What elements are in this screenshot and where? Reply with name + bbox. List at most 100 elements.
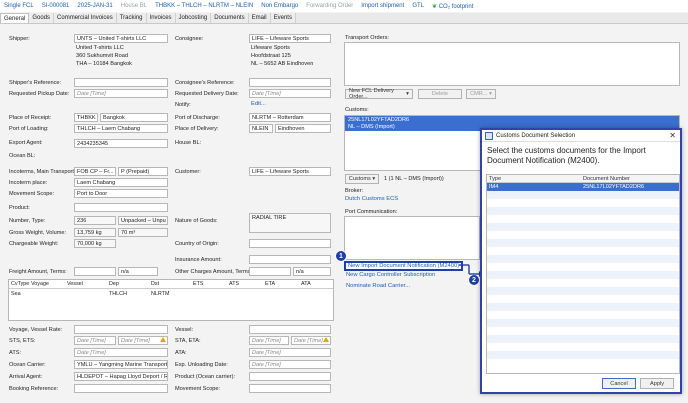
new-cargo-controller-subscription-link[interactable]: New Cargo Controller Subscription — [346, 272, 435, 278]
window-icon — [485, 132, 493, 140]
close-icon[interactable]: ✕ — [669, 131, 676, 140]
voyage-field[interactable] — [74, 325, 168, 334]
nature-of-goods-field[interactable]: RADIAL TIRE — [249, 213, 331, 233]
table-row[interactable]: IM4 25NL17L02YFTAD2DR6 — [487, 183, 679, 191]
breadcrumb-item[interactable]: Forwarding Order — [306, 3, 353, 9]
delivery-name-field[interactable]: Eindhoven — [275, 124, 331, 133]
breadcrumb-item[interactable]: Non Embargo — [261, 3, 298, 9]
leg-column-header[interactable]: Dst — [151, 281, 193, 287]
leg-column-header[interactable]: ETA — [265, 281, 301, 287]
country-of-origin-field[interactable] — [249, 239, 331, 248]
leg-column-header[interactable]: Dep — [109, 281, 151, 287]
delivery-date-field[interactable]: Date [Time] — [249, 89, 331, 98]
export-agent-field[interactable]: 2434235345 — [74, 139, 168, 148]
sta-field[interactable]: Date [Time] — [249, 336, 289, 345]
arrival-agent-label: Arrival Agent: — [9, 374, 43, 380]
movement-scope-2-select[interactable] — [249, 384, 331, 393]
booking-reference-field[interactable] — [74, 384, 168, 393]
leg-column-header[interactable]: ATA — [301, 281, 331, 287]
vessel-field[interactable] — [249, 325, 331, 334]
new-fcl-delivery-order-button[interactable]: New FCL Delivery Order... ▾ — [345, 88, 413, 100]
tab-commercial-invoices[interactable]: Commercial Invoices — [54, 13, 117, 23]
exp-unloading-field[interactable]: Date [Time] — [249, 360, 331, 369]
leg-column-header[interactable]: CvType — [9, 281, 31, 287]
delete-button[interactable]: Delete — [418, 89, 462, 99]
leg-column-header[interactable]: Voyage — [31, 281, 67, 287]
booking-reference-label: Booking Reference: — [9, 386, 59, 392]
tab-documents[interactable]: Documents — [211, 13, 249, 23]
breadcrumb-item[interactable]: GTL — [412, 3, 424, 9]
leg-column-header[interactable]: Vessel — [67, 281, 109, 287]
breadcrumb-item[interactable]: SI-000081 — [42, 3, 70, 9]
tab-invoices[interactable]: Invoices — [146, 13, 176, 23]
empty-row — [487, 303, 679, 311]
gross-weight-field[interactable]: 13,759 kg — [74, 228, 116, 237]
other-charges-field[interactable] — [249, 267, 291, 276]
transport-orders-list[interactable] — [344, 42, 680, 86]
dialog-message: Select the customs documents for the Imp… — [487, 146, 646, 165]
customs-dropdown[interactable]: Customs ▾ — [345, 174, 379, 184]
breadcrumb-item[interactable]: THBKK – THLCH – NLRTM – NLEIN — [155, 3, 253, 9]
shipper-reference-field[interactable] — [74, 78, 168, 87]
ats-field[interactable]: Date [Time] — [74, 348, 168, 357]
column-header-type[interactable]: Type — [487, 176, 583, 182]
shipper-field[interactable]: UNTS – United T-shirts LLC — [74, 34, 168, 43]
broker-link[interactable]: Dutch Customs ECS — [345, 196, 398, 202]
package-type-field[interactable]: Unpacked – Unpu — [118, 216, 168, 225]
other-charges-terms-select[interactable]: n/a — [293, 267, 331, 276]
delivery-code-field[interactable]: NLEIN — [249, 124, 273, 133]
product-field[interactable] — [74, 203, 168, 212]
receipt-name-field[interactable]: Bangkok — [100, 113, 168, 122]
customs-document-selection-dialog[interactable]: Customs Document Selection ✕ Select the … — [480, 128, 682, 394]
port-of-discharge-field[interactable]: NLRTM – Rotterdam — [249, 113, 331, 122]
product-ocean-carrier-field[interactable] — [249, 372, 331, 381]
insurance-amount-field[interactable] — [249, 255, 331, 264]
leg-column-header[interactable]: ATS — [229, 281, 265, 287]
customs-documents-table[interactable]: Type Document Number IM4 25NL17L02YFTAD2… — [486, 174, 680, 374]
notify-edit-link[interactable]: Edit... — [251, 101, 266, 107]
number-field[interactable]: 236 — [74, 216, 116, 225]
column-header-document-number[interactable]: Document Number — [583, 176, 630, 182]
consignee-field[interactable]: LIFE – Lifeware Sports — [249, 34, 331, 43]
tab-tracking[interactable]: Tracking — [116, 13, 147, 23]
movement-scope-select[interactable]: Port to Door — [74, 189, 168, 198]
customer-field[interactable]: LIFE – Lifeware Sports — [249, 167, 331, 176]
tab-events[interactable]: Events — [270, 13, 296, 23]
volume-field[interactable]: 70 m³ — [118, 228, 168, 237]
freight-terms-select[interactable]: n/a — [118, 267, 158, 276]
breadcrumb-item[interactable]: Import shipment — [361, 3, 404, 9]
ocean-carrier-field[interactable]: YMLU – Yangming Marine Transport — [74, 360, 168, 369]
port-of-loading-field[interactable]: THLCH – Laem Chabang — [74, 124, 168, 133]
pickup-date-field[interactable]: Date [Time] — [74, 89, 168, 98]
dialog-title-bar[interactable]: Customs Document Selection ✕ — [482, 130, 680, 142]
breadcrumb-item[interactable]: 2025-JAN-31 — [77, 3, 112, 9]
freight-amount-field[interactable] — [74, 267, 116, 276]
transport-legs-grid[interactable]: CvType Voyage Vessel Dep Dst ETS ATS ETA… — [8, 279, 334, 321]
co2-footprint-link[interactable]: ❦ CO₂ footprint — [432, 3, 473, 10]
arrival-agent-field[interactable]: HLDEPOT – Hapag Lloyd Deport / Rc — [74, 372, 168, 381]
port-communication-list[interactable] — [344, 216, 480, 260]
consignee-reference-field[interactable] — [249, 78, 331, 87]
chargeable-weight-field[interactable]: 70,000 kg — [74, 239, 116, 248]
new-import-document-notification-link[interactable]: New Import Document Notification (M2400) — [344, 261, 464, 271]
breadcrumb-item[interactable]: House BL — [121, 3, 147, 9]
button-label: CMR... — [470, 91, 488, 97]
port-of-discharge-label: Port of Discharge: — [175, 115, 220, 121]
cmr-button[interactable]: CMR... ▾ — [466, 89, 496, 99]
main-transport-select[interactable]: P (Prepaid) — [118, 167, 168, 176]
sts-field[interactable]: Date [Time] — [74, 336, 116, 345]
incoterms-select[interactable]: FOB CP – Fr... — [74, 167, 116, 176]
incoterm-place-field[interactable]: Laem Chabang — [74, 178, 168, 187]
cancel-button[interactable]: Cancel — [602, 378, 636, 389]
table-row[interactable]: Sea THLCH NLRTM — [9, 289, 333, 298]
leg-column-header[interactable]: ETS — [193, 281, 229, 287]
tab-email[interactable]: Email — [248, 13, 271, 23]
tab-jobcosting[interactable]: Jobcosting — [175, 13, 212, 23]
ata-field[interactable]: Date [Time] — [249, 348, 331, 357]
apply-button[interactable]: Apply — [640, 378, 674, 389]
breadcrumb-item[interactable]: Single FCL — [4, 3, 34, 9]
tab-goods[interactable]: Goods — [29, 13, 55, 23]
receipt-code-field[interactable]: THBKK — [74, 113, 98, 122]
tab-general[interactable]: General — [0, 13, 30, 23]
nominate-road-carrier-link[interactable]: Nominate Road Carrier... — [346, 283, 410, 289]
